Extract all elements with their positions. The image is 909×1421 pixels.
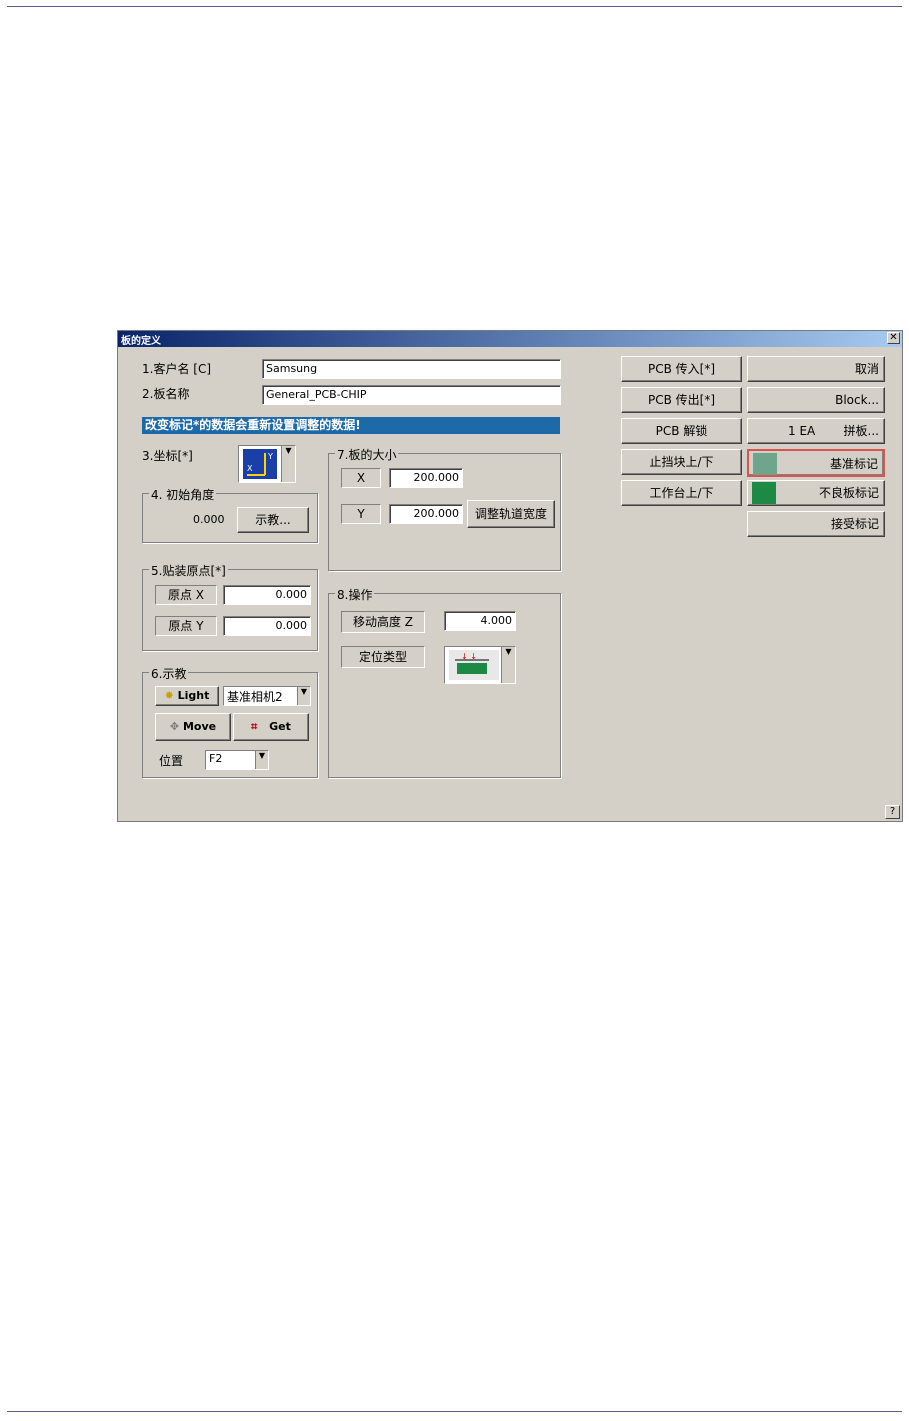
adjust-rail-width-button[interactable]: 调整轨道宽度 [467, 500, 555, 528]
initial-angle-group: 4. 初始角度 0.000 示教... [142, 486, 318, 543]
get-button-label: Get [269, 720, 291, 733]
pcb-unlock-button[interactable]: PCB 解锁 [621, 418, 742, 444]
array-button-label: 拼板... [843, 424, 879, 438]
move-height-label: 移动高度 Z [341, 611, 425, 633]
origin-x-label: 原点 X [155, 585, 217, 605]
bulb-icon: ✸ [164, 689, 174, 702]
svg-text:Y: Y [267, 452, 273, 461]
bottom-rule [7, 1411, 902, 1412]
cancel-button[interactable]: 取消 [747, 356, 885, 382]
array-button[interactable]: 1 EA 拼板... [747, 418, 885, 444]
board-name-label: 2.板名称 [142, 387, 190, 401]
mount-origin-group: 5.贴装原点[*] 原点 X 0.000 原点 Y 0.000 [142, 562, 318, 651]
title-bar: 板的定义 ✕ [118, 331, 902, 347]
angle-teach-button[interactable]: 示教... [237, 507, 309, 533]
coordinate-selector[interactable]: Y X ▼ [238, 445, 296, 483]
chevron-down-icon[interactable]: ▼ [281, 446, 295, 482]
initial-angle-legend: 4. 初始角度 [149, 486, 217, 503]
board-x-label: X [341, 468, 381, 488]
block-button[interactable]: Block... [747, 387, 885, 413]
array-count: 1 EA [788, 424, 816, 438]
chevron-down-icon[interactable]: ▼ [297, 687, 310, 705]
board-size-legend: 7.板的大小 [335, 446, 399, 463]
top-rule [7, 6, 902, 7]
pcb-out-button[interactable]: PCB 传出[*] [621, 387, 742, 413]
board-definition-dialog: 板的定义 ✕ 1.客户名 [C] Samsung 2.板名称 General_P… [117, 330, 903, 822]
coordinate-axis-icon: Y X [243, 449, 277, 479]
get-button[interactable]: ⌗ Get [233, 713, 309, 741]
camera-select-value: 基准相机2 [227, 690, 283, 704]
position-label: 位置 [159, 754, 184, 768]
operation-group: 8.操作 移动高度 Z 4.000 定位类型 ↓ ↓ ▼ [328, 586, 561, 778]
teach-legend: 6.示教 [149, 665, 189, 682]
move-height-input[interactable]: 4.000 [444, 611, 516, 631]
origin-x-input[interactable]: 0.000 [223, 585, 311, 605]
move-button-label: Move [182, 720, 217, 733]
customer-label: 1.客户名 [C] [142, 362, 212, 376]
origin-y-input[interactable]: 0.000 [223, 616, 311, 636]
bad-mark-button[interactable]: 不良板标记 [747, 480, 885, 506]
coordinate-label: 3.坐标[*] [142, 449, 193, 463]
position-select[interactable]: F2 ▼ [205, 750, 269, 770]
close-button[interactable]: ✕ [887, 332, 900, 344]
board-x-input[interactable]: 200.000 [389, 468, 463, 488]
operation-legend: 8.操作 [335, 586, 375, 603]
angle-value: 0.000 [193, 513, 225, 526]
pcb-in-button[interactable]: PCB 传入[*] [621, 356, 742, 382]
camera-select[interactable]: 基准相机2 ▼ [223, 686, 311, 706]
light-button[interactable]: ✸ Light [155, 686, 219, 706]
position-select-value: F2 [209, 752, 223, 765]
chevron-down-icon[interactable]: ▼ [501, 647, 515, 683]
svg-text:X: X [247, 464, 253, 473]
board-y-label: Y [341, 504, 381, 524]
locate-type-selector[interactable]: ↓ ↓ ▼ [444, 646, 516, 684]
move-button[interactable]: ✥ Move [155, 713, 231, 741]
fiducial-mark-button[interactable]: 基准标记 [747, 449, 885, 477]
fiducial-mark-label: 基准标记 [829, 457, 878, 471]
fiducial-swatch [753, 453, 777, 475]
bad-mark-swatch [752, 482, 776, 504]
board-name-input[interactable]: General_PCB-CHIP [262, 385, 561, 405]
board-y-input[interactable]: 200.000 [389, 504, 463, 524]
board-size-group: 7.板的大小 X 200.000 Y 200.000 调整轨道宽度 [328, 446, 561, 571]
stopper-up-down-button[interactable]: 止挡块上/下 [621, 449, 742, 475]
light-button-label: Light [177, 689, 210, 702]
table-up-down-button[interactable]: 工作台上/下 [621, 480, 742, 506]
customer-input[interactable]: Samsung [262, 359, 561, 379]
warning-banner: 改变标记*的数据会重新设置调整的数据! [142, 417, 560, 434]
mount-origin-legend: 5.贴装原点[*] [149, 562, 228, 579]
teach-group: 6.示教 ✸ Light 基准相机2 ▼ ✥ Move ⌗ Get 位置 F2 … [142, 665, 318, 778]
move-arrows-icon: ✥ [169, 720, 180, 733]
locate-type-icon: ↓ ↓ [449, 650, 499, 680]
get-position-icon: ⌗ [251, 720, 258, 733]
bad-mark-label: 不良板标记 [818, 486, 879, 500]
locate-type-label: 定位类型 [341, 646, 425, 668]
chevron-down-icon[interactable]: ▼ [255, 751, 268, 769]
help-button[interactable]: ? [885, 805, 900, 819]
accept-mark-button[interactable]: 接受标记 [747, 511, 885, 537]
origin-y-label: 原点 Y [155, 616, 217, 636]
dialog-title: 板的定义 [121, 336, 161, 347]
